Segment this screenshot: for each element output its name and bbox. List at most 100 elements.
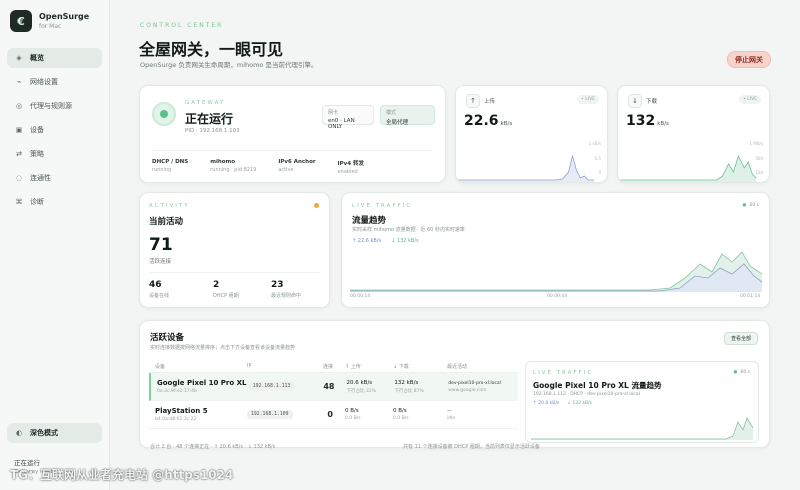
col-ip: IP [247,363,252,369]
devices-subtitle: 实时连接数据按网络流量排序；点击下方设备查看该设备流量趋势 [150,345,296,351]
device-name: Google Pixel 10 Pro XL [157,379,247,387]
activity-title: 当前活动 [149,217,184,227]
gateway-stat: mihomo running · pid 8219 [210,159,256,175]
rules-icon: ◎ [15,102,23,110]
device-name: PlayStation 5 [155,407,208,415]
app-window: € OpenSurge for Mac ◈ 概览 ⌁ 网络设置 ◎ 代理与规则源 ▣ 设备 ⇄ 策… [0,0,800,490]
gateway-stat-value: running · pid 8219 [210,167,257,173]
download-sparkline [618,154,757,182]
connections-cell: 48 [323,382,335,391]
upload-rate: 0 B/s [345,408,359,414]
upload-rate-sub: 0.0 B/s [345,416,361,421]
ip-cell: 192.168.1.109 [247,410,315,419]
device-traffic-window: 60 s [734,370,750,375]
upload-live-badge: • LIVE [577,95,599,104]
download-rate-sub: 0.0 B/s [393,416,409,421]
ip-cell: 192.168.1.113 [248,382,317,391]
sidebar-item-label: 策略 [30,150,44,158]
sidebar-item-6[interactable]: ◌ 连通性 [7,168,102,188]
device-traffic-chart [531,417,753,440]
gateway-stat-title: IPv4 转发 [337,161,364,167]
watermark-text: TG：互联网从业者充电站 @https1024 [10,468,234,482]
activity-cell: dev-pixel10-pro-xl.local www.google.com [448,381,518,393]
gateway-stat: IPv6 Anchor active [278,159,315,175]
download-number: 132 [626,113,656,129]
upload-arrow-icon: ↑ [466,94,480,108]
activity-eyebrow: ACTIVITY [149,203,190,209]
live-traffic-title: 流量趋势 [352,216,387,226]
table-header: 设备 IP 连接 ↑ 上传 ↓ 下载 最近活动 [149,360,518,373]
gateway-card: GATEWAY 正在运行 PID · 192.168.1.103 网卡 en0 … [139,85,446,183]
time-start: 00:00:14 [350,294,371,299]
col-last-activity: 最近活动 [447,363,468,370]
sidebar-item-2[interactable]: ⌁ 网络设置 [7,72,102,92]
sidebar-item-label: 代理与规则源 [30,102,72,110]
upload-rate: 20.6 kB/s [346,379,373,386]
col-connections: 连接 [322,363,333,370]
upload-unit: kB/s [500,121,513,127]
mini-stat-devices: 46 设备在线 [149,280,169,299]
interface-title: 网卡 [328,110,339,116]
mode-title: 模式 [386,110,397,116]
mini-stat-number: 46 [149,280,162,290]
device-icon: ▣ [15,126,23,134]
table-row[interactable]: Google Pixel 10 Pro XL 0a:3c:9f:e2:17:4b 1… [149,373,518,401]
mini-stat-label: 最近规则命中 [271,293,302,299]
col-device: 设备 [155,363,166,370]
download-rate: 132 kB/s [394,379,419,386]
interface-box: 网卡 en0 · LAN ONLY [322,105,374,130]
upload-sparkline [456,154,595,182]
connectivity-icon: ◌ [15,174,23,182]
sidebar-item-label: 连通性 [30,174,51,182]
col-download: ↓ 下载 [393,363,409,370]
activity-cell: — idle [447,409,517,421]
upload-label: 上传 [484,99,496,105]
gateway-stat: IPv4 转发 enabled [338,159,364,175]
sidebar-item-label: 网络设置 [30,78,58,86]
sidebar-item-4[interactable]: ▣ 设备 [7,120,102,140]
app-subtitle: for Mac [39,23,62,30]
download-label: 下载 [646,99,658,105]
page-subtitle: OpenSurge 负责网关生命周期，mihomo 是当前代理引擎。 [140,61,318,69]
device-traffic-legend: ↑ 20.6 kB/s ↓ 132 kB/s [533,401,592,406]
sidebar-item-3[interactable]: ◎ 代理与规则源 [7,96,102,116]
view-all-devices-button[interactable]: 查看全部 [723,332,758,345]
brand: € OpenSurge for Mac [10,10,89,32]
mode-box[interactable]: 模式 全局代理 [380,105,435,126]
ip-chip: 192.168.1.109 [247,410,293,419]
upload-rate-sub: 下行占比 32% [346,388,376,394]
ip-chip: 192.168.1.113 [248,382,295,391]
gateway-stat-value: enabled [337,169,358,175]
devices-footer-note: 共有 11 个连接设备被 DHCP 租期，当前列表仅显示活跃设备 [403,444,540,450]
live-traffic-chart [350,251,762,292]
device-cell: PlayStation 5 b4:0a:d8:61:3c:22 [149,407,247,422]
gateway-stat-value: running [152,167,172,173]
download-rate: 0 B/s [393,408,407,414]
legend-upload: ↑ 22.6 kB/s [352,238,382,244]
sidebar-item-7[interactable]: ⌘ 诊断 [7,192,102,212]
download-cell: 0 B/s 0.0 B/s [393,408,447,421]
app-logo-icon: € [10,10,32,32]
devices-title: 活跃设备 [150,333,185,343]
gateway-stat: DHCP / DNS running [152,159,188,175]
sidebar-item-label: 设备 [30,126,44,134]
activity-detail: www.google.com [448,387,487,393]
col-upload: ↑ 上传 [345,363,361,370]
dark-mode-toggle[interactable]: ◐ 深色模式 [7,423,102,443]
devices-table: 设备 IP 连接 ↑ 上传 ↓ 下载 最近活动 Google Pixel 10 … [149,360,518,429]
device-legend-download: ↓ 132 kB/s [567,401,592,406]
mini-stat-label: 设备在线 [149,293,170,299]
time-end: 00:01:14 [740,294,761,299]
devices-card: 活跃设备 实时连接数据按网络流量排序；点击下方设备查看该设备流量趋势 查看全部 … [139,320,770,450]
stop-gateway-button[interactable]: 停止网关 [727,51,771,68]
upload-card: ↑ 上传 • LIVE 22.6 kB/s 1 kB/s 0.5 0 [455,85,608,183]
gateway-status-icon [152,102,176,126]
table-row[interactable]: PlayStation 5 b4:0a:d8:61:3c:22 192.168.1.… [149,401,518,429]
mini-stat-number: 23 [271,280,284,290]
download-live-badge: • LIVE [739,95,761,104]
gateway-status: 正在运行 [185,112,234,126]
sidebar-item-5[interactable]: ⇄ 策略 [7,144,102,164]
mini-stat-dhcp: 2 DHCP 租期 [213,280,239,299]
live-window-label: 60 s [743,203,759,208]
sidebar-item-1[interactable]: ◈ 概览 [7,48,102,68]
